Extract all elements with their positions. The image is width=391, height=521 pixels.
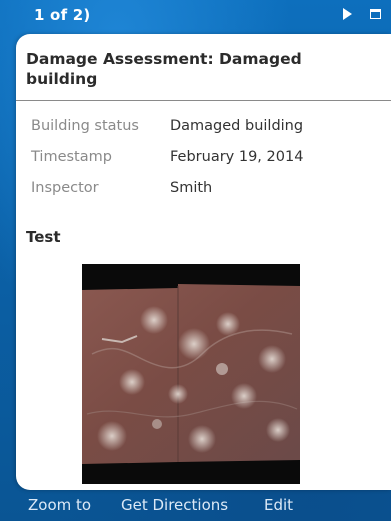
get-directions-link[interactable]: Get Directions	[121, 496, 228, 514]
aerial-photo-thumbnail[interactable]	[82, 264, 300, 484]
popup-actions: Zoom to Get Directions Edit	[0, 492, 391, 521]
field-value: February 19, 2014	[170, 149, 304, 165]
maximize-icon[interactable]	[370, 8, 381, 19]
field-value: Smith	[170, 180, 213, 196]
zoom-to-link[interactable]: Zoom to	[28, 496, 91, 514]
divider	[16, 100, 391, 101]
popup-panel: Damage Assessment: Damaged building Buil…	[16, 34, 391, 490]
next-icon[interactable]	[343, 8, 352, 20]
edit-link[interactable]: Edit	[264, 496, 293, 514]
field-label: Timestamp	[31, 149, 112, 165]
attachment-title: Test	[26, 228, 61, 246]
field-value: Damaged building	[170, 118, 304, 134]
field-label: Building status	[31, 118, 139, 134]
popup-pager-text: 1 of 2)	[34, 6, 91, 24]
aerial-photo-image	[82, 264, 300, 484]
field-label: Inspector	[31, 180, 99, 196]
popup-title: Damage Assessment: Damaged building	[26, 50, 302, 88]
popup-title-bar: 1 of 2)	[0, 0, 391, 30]
